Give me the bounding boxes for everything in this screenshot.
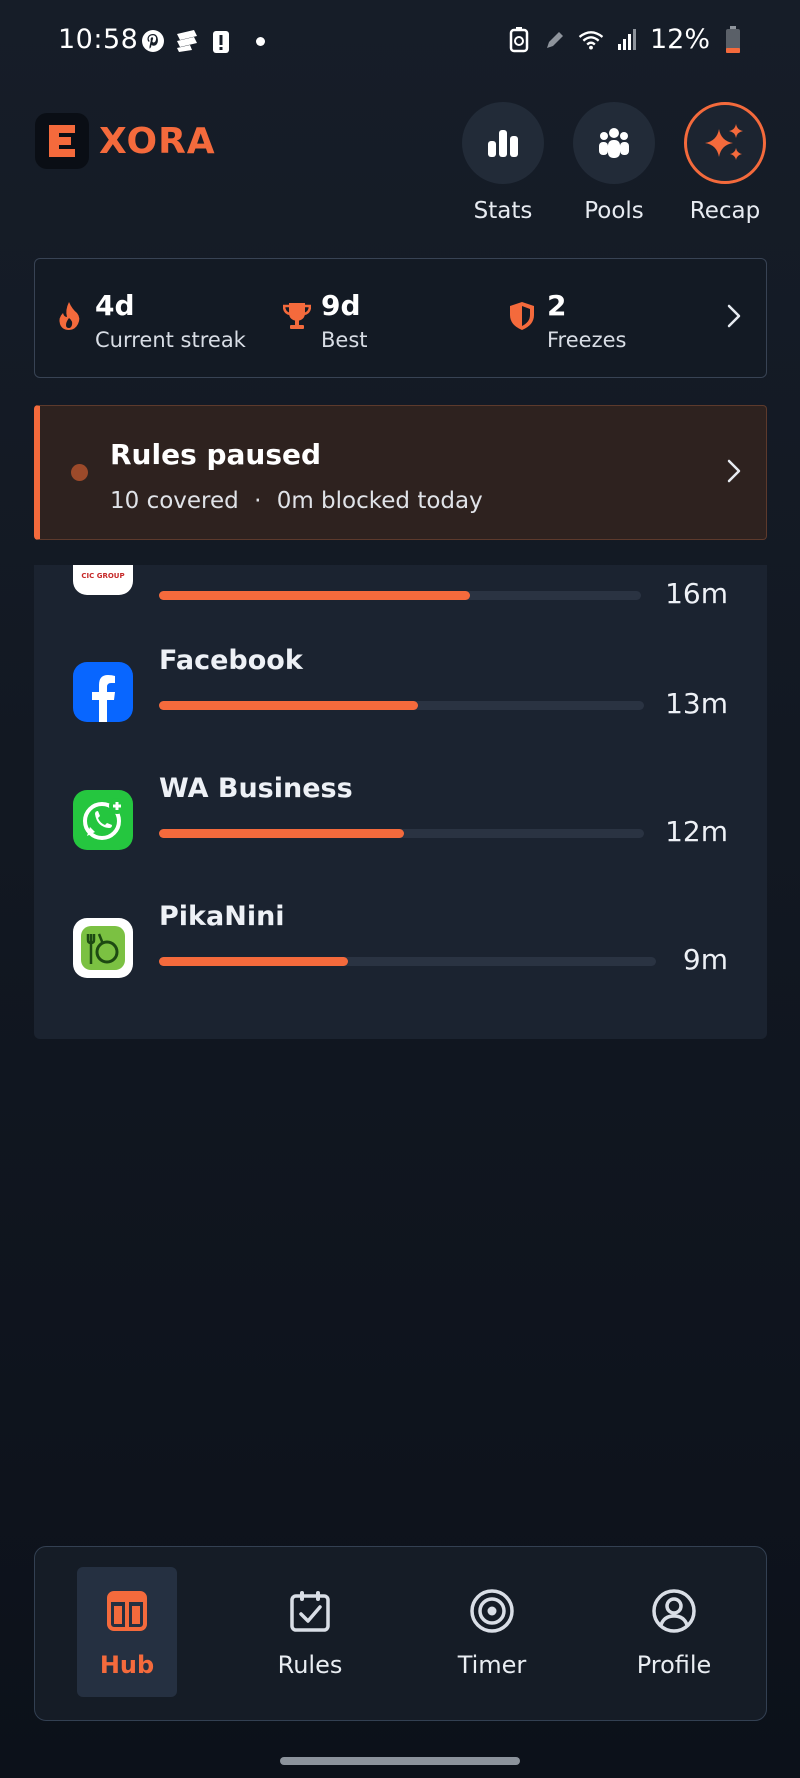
usage-bar	[159, 829, 644, 838]
current-streak-value: 4d	[95, 289, 135, 322]
brand-name: XORA	[99, 120, 216, 162]
app-time: 12m	[665, 815, 728, 848]
pools-label: Pools	[584, 198, 644, 224]
rules-separator: ·	[254, 488, 262, 514]
pinterest-icon	[140, 28, 166, 54]
rules-summary: 10 covered · 0m blocked today	[110, 488, 483, 514]
sparkle-icon	[684, 102, 766, 184]
app-name: PikaNini	[159, 901, 285, 932]
trophy-icon	[282, 301, 313, 352]
nav-rules[interactable]: Rules	[260, 1567, 360, 1697]
rules-blocked: 0m blocked today	[276, 488, 483, 514]
pools-button[interactable]: Pools	[573, 102, 655, 224]
stats-label: Stats	[473, 198, 533, 224]
group-icon	[573, 102, 655, 184]
list-item[interactable]: CIC GROUP 16m	[34, 565, 767, 620]
wifi-icon	[578, 27, 604, 53]
alert-icon	[208, 28, 234, 54]
usage-bar	[159, 957, 656, 966]
battery-percent: 12%	[649, 24, 710, 55]
usage-bar-fill	[159, 957, 348, 966]
usage-bar-fill	[159, 701, 419, 710]
usage-bar-fill	[159, 591, 470, 600]
app-time: 13m	[665, 687, 728, 720]
current-streak-label: Current streak	[95, 328, 246, 352]
battery-icon	[720, 25, 746, 53]
whatsapp-business-icon	[73, 790, 133, 850]
chevron-right-icon	[726, 458, 742, 488]
chevron-right-icon	[726, 303, 742, 333]
app-notification-icon	[174, 28, 200, 54]
home-indicator[interactable]	[280, 1757, 520, 1765]
app-time: 9m	[682, 943, 728, 976]
list-item[interactable]: WA Business 12m	[34, 773, 767, 883]
list-item[interactable]: PikaNini 9m	[34, 901, 767, 1011]
nav-profile-label: Profile	[636, 1651, 712, 1679]
stats-button[interactable]: Stats	[462, 102, 544, 224]
cic-group-app-icon: CIC GROUP	[73, 565, 133, 595]
calendar-check-icon	[260, 1585, 360, 1637]
recap-label: Recap	[689, 198, 761, 224]
recycle-icon	[506, 26, 532, 53]
usage-bar-fill	[159, 829, 404, 838]
list-item[interactable]: Facebook 13m	[34, 645, 767, 755]
freezes-label: Freezes	[547, 328, 627, 352]
notification-icons	[140, 28, 265, 54]
recap-button[interactable]: Recap	[684, 102, 766, 224]
facebook-icon	[73, 662, 133, 722]
bottom-nav: Hub Rules Timer Profile	[34, 1546, 767, 1721]
usage-bar	[159, 591, 641, 600]
freezes-stat: 2 Freezes	[509, 289, 626, 352]
best-streak-label: Best	[321, 328, 368, 352]
shield-icon	[509, 301, 539, 352]
nav-rules-label: Rules	[277, 1651, 343, 1679]
usage-bar	[159, 701, 644, 710]
rules-paused-banner[interactable]: Rules paused 10 covered · 0m blocked tod…	[34, 405, 767, 540]
app-usage-list[interactable]: CIC GROUP 16m Facebook 13m WA Business 1…	[34, 565, 767, 1039]
brand-logo-icon	[35, 113, 89, 169]
status-time: 10:58	[58, 24, 139, 55]
best-streak-value: 9d	[321, 289, 361, 322]
status-dot-icon	[71, 464, 88, 481]
app-time: 16m	[665, 577, 728, 610]
signal-icon	[614, 27, 640, 53]
status-bar: 10:58 12%	[0, 0, 800, 82]
pikanini-icon	[73, 918, 133, 978]
rules-title: Rules paused	[110, 438, 322, 471]
freezes-value: 2	[547, 289, 567, 322]
best-streak-stat: 9d Best	[282, 289, 368, 352]
hub-icon	[77, 1585, 177, 1637]
pen-icon	[542, 27, 568, 53]
bar-chart-icon	[462, 102, 544, 184]
profile-icon	[624, 1585, 724, 1637]
dot-icon	[256, 36, 265, 46]
flame-icon	[57, 301, 87, 352]
nav-timer[interactable]: Timer	[442, 1567, 542, 1697]
streak-card[interactable]: 4d Current streak 9d Best 2 Freezes	[34, 258, 767, 378]
app-name: WA Business	[159, 773, 353, 804]
nav-hub[interactable]: Hub	[77, 1567, 177, 1697]
current-streak-stat: 4d Current streak	[57, 289, 246, 352]
app-name: Facebook	[159, 645, 303, 676]
nav-timer-label: Timer	[457, 1651, 527, 1679]
system-icons: 12%	[506, 24, 746, 55]
brand: XORA	[35, 113, 216, 169]
target-icon	[442, 1585, 542, 1637]
rules-covered: 10 covered	[110, 488, 239, 514]
nav-hub-label: Hub	[99, 1651, 155, 1679]
nav-profile[interactable]: Profile	[624, 1567, 724, 1697]
